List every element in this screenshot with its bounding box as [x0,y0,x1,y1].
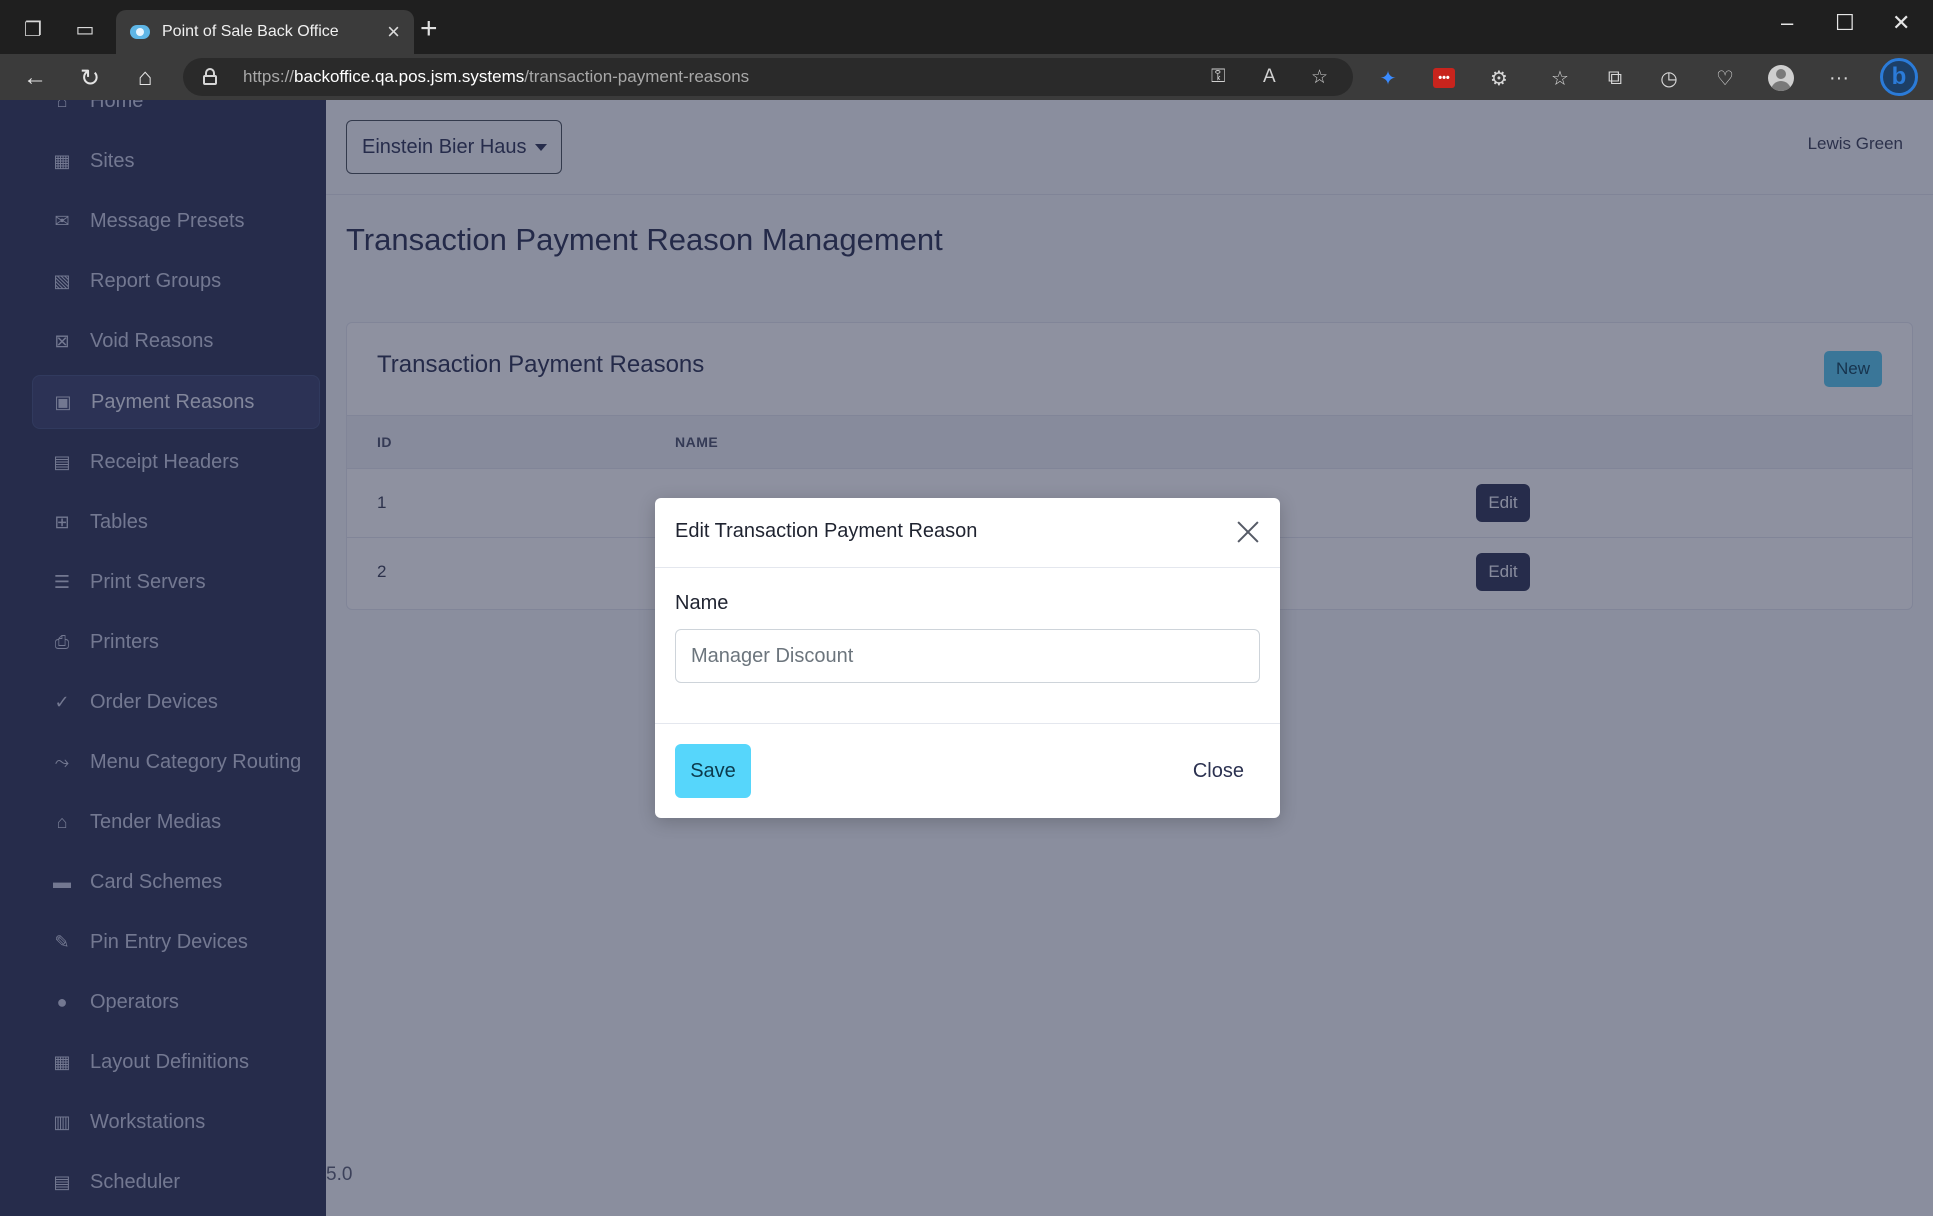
tab-close-icon[interactable]: × [387,21,400,43]
home-icon[interactable]: ⌂ [127,60,163,96]
lastpass-extension-icon[interactable]: ••• [1429,64,1459,92]
favorite-star-icon[interactable]: ☆ [1311,66,1328,89]
modal-header-divider [655,567,1280,568]
modal-footer-divider [655,723,1280,724]
close-button[interactable]: Close [1193,760,1244,783]
minimize-icon[interactable]: – [1781,10,1793,36]
save-button[interactable]: Save [675,744,751,798]
workspaces-icon[interactable]: ❐ [16,12,50,46]
key-icon[interactable]: ⚿ [1211,66,1225,88]
more-icon[interactable]: ··· [1824,64,1854,92]
refresh-icon[interactable]: ↻ [72,60,108,96]
window-close-icon[interactable]: ✕ [1892,10,1910,36]
modal-title: Edit Transaction Payment Reason [675,520,978,542]
close-icon[interactable] [1234,518,1262,546]
tab-title: Point of Sale Back Office [162,23,339,40]
history-icon[interactable]: ◷ [1654,64,1684,92]
name-field-label: Name [675,592,729,614]
url-text[interactable]: https://backoffice.qa.pos.jsm.systems/tr… [243,67,749,87]
pin-extension-icon[interactable]: ✦ [1373,64,1403,92]
tab-actions-icon[interactable]: ▭ [68,12,102,46]
browser-address-bar: ← ↻ ⌂ https://backoffice.qa.pos.jsm.syst… [0,54,1933,100]
read-aloud-icon[interactable]: A [1263,66,1276,88]
performance-icon[interactable]: ♡ [1710,64,1740,92]
collections-icon[interactable]: ⧉ [1600,64,1630,92]
site-favicon-icon [130,25,150,39]
favorites-icon[interactable]: ☆ [1545,64,1575,92]
browser-tab[interactable]: Point of Sale Back Office × [116,10,414,54]
browser-tab-bar: ❐ ▭ Point of Sale Back Office × + – ☐ ✕ [0,0,1933,54]
maximize-icon[interactable]: ☐ [1835,10,1855,36]
new-tab-icon[interactable]: + [420,14,438,44]
lock-icon[interactable] [203,68,217,85]
bing-copilot-icon[interactable]: b [1880,58,1918,96]
name-input[interactable] [675,629,1260,683]
extensions-icon[interactable]: ⚙ [1484,64,1514,92]
url-bar[interactable]: https://backoffice.qa.pos.jsm.systems/tr… [183,58,1353,96]
back-icon[interactable]: ← [17,60,53,96]
edit-payment-reason-modal: Edit Transaction Payment Reason Name Sav… [655,498,1280,818]
profile-icon[interactable] [1766,64,1796,92]
